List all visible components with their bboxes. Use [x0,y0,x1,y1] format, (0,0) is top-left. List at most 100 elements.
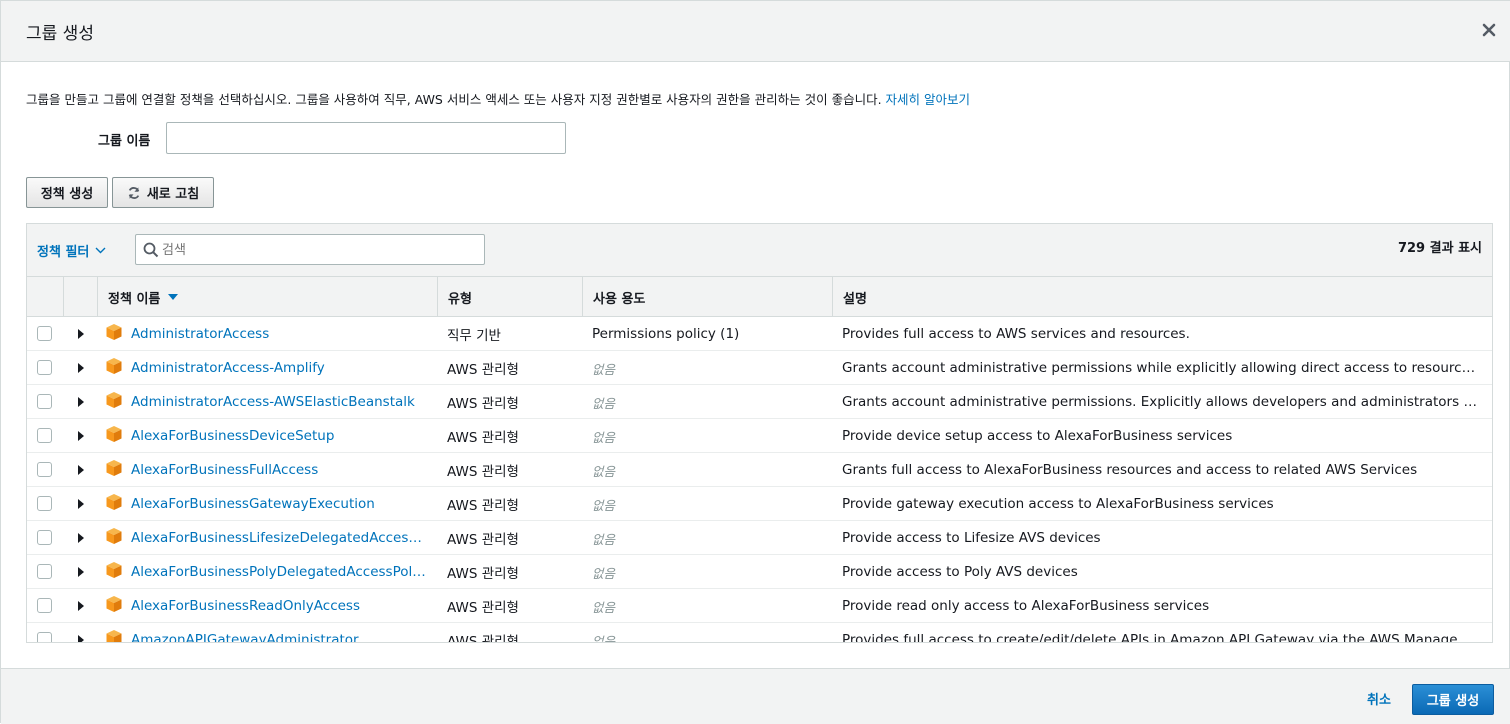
policy-description-text: Provide read only access to AlexaForBusi… [842,598,1210,614]
policy-name-link[interactable]: AlexaForBusinessReadOnlyAccess [131,589,427,623]
policy-filter-label: 정책 필터 [37,245,90,260]
policy-name-link[interactable]: AlexaForBusinessGatewayExecution [131,487,427,521]
policy-description-text: Provides full access to AWS services and… [842,326,1190,342]
cancel-button[interactable]: 취소 [1367,689,1391,708]
policy-description: Provides full access to create/edit/dele… [842,623,1480,643]
policy-description-text: Provide access to Poly AVS devices [842,564,1078,580]
expand-row-icon[interactable] [77,635,85,643]
learn-more-link[interactable]: 자세히 알아보기 [886,92,970,107]
search-icon [143,242,159,258]
policy-description: Provide device setup access to AlexaForB… [842,419,1480,453]
policy-name: AdministratorAccess [131,326,270,342]
sort-descending-icon [168,294,179,300]
policy-type: 직무 기반 [447,328,501,344]
policy-name-link[interactable]: AmazonAPIGatewayAdministrator [131,623,427,642]
policy-name-link[interactable]: AlexaForBusinessLifesizeDelegatedAccessP… [131,521,427,555]
row-checkbox[interactable] [37,496,52,511]
policy-package-icon [106,630,122,642]
policy-description: Grants account administrative permission… [842,385,1480,419]
policy-description-text: Provide access to Lifesize AVS devices [842,530,1101,546]
column-header-type: 유형 [437,277,582,317]
column-header-name[interactable]: 정책 이름 [97,277,437,317]
policy-name-link[interactable]: AlexaForBusinessFullAccess [131,453,427,487]
column-header-usage: 사용 용도 [582,277,832,317]
refresh-icon [128,186,140,199]
intro-description: 그룹을 만들고 그룹에 연결할 정책을 선택하십시오. 그룹을 사용하여 직무,… [26,92,886,107]
policy-name: AlexaForBusinessLifesizeDelegatedAccessP… [131,530,427,546]
policy-name: AlexaForBusinessFullAccess [131,462,319,478]
policy-name: AdministratorAccess-AWSElasticBeanstalk [131,394,415,410]
policy-description: Grants account administrative permission… [842,351,1480,385]
search-input[interactable] [162,235,482,264]
policy-usage: 없음 [592,395,616,411]
policy-description: Provide access to Poly AVS devices [842,555,1480,589]
policy-type: AWS 관리형 [447,532,519,548]
policy-name: AdministratorAccess-Amplify [131,360,325,376]
close-icon[interactable] [1481,22,1497,38]
policy-description-text: Grants account administrative permission… [842,360,1480,376]
refresh-label: 새로 고침 [146,187,200,202]
row-checkbox[interactable] [37,564,52,579]
policy-package-icon [106,392,122,408]
policy-name-link[interactable]: AlexaForBusinessPolyDelegatedAccessPolic… [131,555,427,589]
create-policy-label: 정책 생성 [40,187,94,202]
policy-usage: 없음 [592,463,616,479]
table-row: AlexaForBusinessPolyDelegatedAccessPolic… [27,555,1492,589]
chevron-down-icon [95,247,106,254]
column-usage-label: 사용 용도 [593,292,646,307]
row-checkbox[interactable] [37,598,52,613]
expand-row-icon[interactable] [77,533,85,543]
expand-row-icon[interactable] [77,363,85,373]
group-name-input[interactable] [166,122,566,154]
table-toolbar: 정책 필터 729 결과 표시 [27,224,1492,277]
policy-description: Provide read only access to AlexaForBusi… [842,589,1480,623]
policy-description-text: Provides full access to create/edit/dele… [842,632,1480,643]
policy-type: AWS 관리형 [447,600,519,616]
expand-row-icon[interactable] [77,329,85,339]
policy-description: Provide gateway execution access to Alex… [842,487,1480,521]
policy-usage: Permissions policy (1) [592,326,740,342]
policy-name: AlexaForBusinessPolyDelegatedAccessPolic… [131,564,427,580]
row-checkbox[interactable] [37,394,52,409]
expand-row-icon[interactable] [77,499,85,509]
create-group-button[interactable]: 그룹 생성 [1412,684,1494,715]
expand-row-icon[interactable] [77,431,85,441]
policy-name-link[interactable]: AdministratorAccess-Amplify [131,351,427,385]
create-policy-button[interactable]: 정책 생성 [26,177,108,208]
policy-package-icon [106,426,122,442]
expand-row-icon[interactable] [77,465,85,475]
expand-row-icon[interactable] [77,567,85,577]
row-checkbox[interactable] [37,530,52,545]
intro-text: 그룹을 만들고 그룹에 연결할 정책을 선택하십시오. 그룹을 사용하여 직무,… [26,89,970,108]
policy-package-icon [106,596,122,612]
policy-filter-dropdown[interactable]: 정책 필터 [37,241,106,260]
policy-name: AlexaForBusinessGatewayExecution [131,496,375,512]
row-checkbox[interactable] [37,462,52,477]
policy-name-link[interactable]: AdministratorAccess [131,317,427,351]
policy-usage: 없음 [592,361,616,377]
table-row: AmazonAPIGatewayAdministrator AWS 관리형 없음 Pr… [27,623,1492,643]
policy-package-icon [106,528,122,544]
row-checkbox[interactable] [37,428,52,443]
row-checkbox[interactable] [37,326,52,341]
table-row: AlexaForBusinessReadOnlyAccess AWS 관리형 없음 P… [27,589,1492,623]
table-row: AlexaForBusinessFullAccess AWS 관리형 없음 Grant… [27,453,1492,487]
expand-row-icon[interactable] [77,397,85,407]
policy-name-link[interactable]: AlexaForBusinessDeviceSetup [131,419,427,453]
policy-name-link[interactable]: AdministratorAccess-AWSElasticBeanstalk [131,385,427,419]
row-checkbox[interactable] [37,632,52,642]
table-row: AdministratorAccess-Amplify AWS 관리형 없음 Gran… [27,351,1492,385]
policy-type: AWS 관리형 [447,566,519,582]
table-row: AlexaForBusinessLifesizeDelegatedAccessP… [27,521,1492,555]
row-checkbox[interactable] [37,360,52,375]
policy-type: AWS 관리형 [447,362,519,378]
policy-usage: 없음 [592,565,616,581]
table-row: AdministratorAccess-AWSElasticBeanstalk A… [27,385,1492,419]
expand-row-icon[interactable] [77,601,85,611]
policy-package-icon [106,562,122,578]
column-description-label: 설명 [843,292,867,307]
policy-type: AWS 관리형 [447,498,519,514]
refresh-button[interactable]: 새로 고침 [112,177,214,208]
policy-type: AWS 관리형 [447,634,519,643]
policy-package-icon [106,460,122,476]
